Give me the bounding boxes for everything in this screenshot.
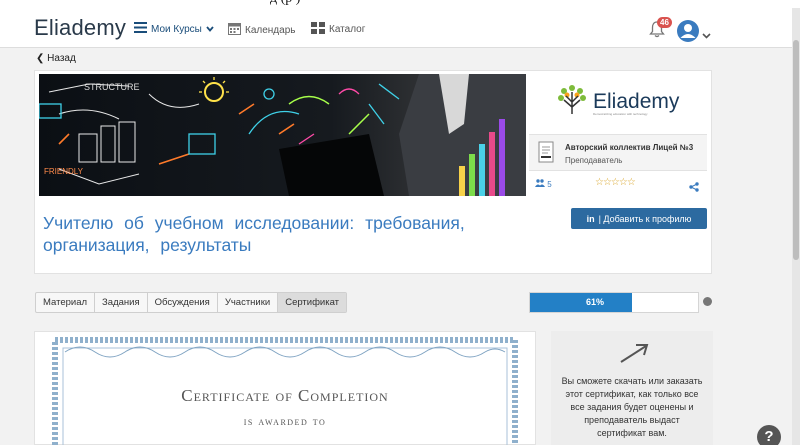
calendar-icon [228,22,241,38]
chevron-left-icon: ❮ [36,53,45,64]
certificate-title: Certificate of Completion [181,386,389,405]
grid-icon [311,22,325,37]
partial-caption-strip: д (р ) [0,0,800,8]
share-icon[interactable] [689,179,699,197]
menu-icon [134,22,147,36]
course-tabs: Материал Задания Обсуждения Участники Се… [35,292,347,313]
arrow-up-right-icon [618,341,650,370]
nav-catalog[interactable]: Каталог [311,22,365,37]
tab-discussions[interactable]: Обсуждения [148,293,218,312]
tree-logo-icon [555,82,589,121]
participants-count-label: 5 [547,180,552,189]
course-progress-bar: 61% [529,292,699,313]
back-link-label: Назад [47,53,76,64]
scrollbar-thumb[interactable] [793,40,799,260]
add-to-profile-label: | Добавить к профилю [598,213,692,224]
tab-material[interactable]: Материал [36,293,96,312]
top-navbar: Eliademy Мои Курсы Календарь Каталог 46 [0,8,792,48]
course-title: Учителю об учебном исследовании: требова… [43,213,465,255]
users-icon [535,179,547,189]
nav-my-courses[interactable]: Мои Курсы [134,22,214,36]
course-side-panel: Eliademy Democratizing education with te… [529,74,707,196]
document-icon [538,141,554,168]
chevron-down-icon [206,24,214,35]
rating-stars[interactable]: ☆☆☆☆☆ [595,177,636,188]
nav-my-courses-label: Мои Курсы [151,23,202,35]
tab-certificate[interactable]: Сертификат [278,293,346,312]
author-box[interactable]: Авторский коллектив Лицей №3 Преподавате… [529,134,707,170]
help-icon[interactable]: ? [757,425,781,445]
tab-assignments[interactable]: Задания [95,293,148,312]
add-to-profile-button[interactable]: in | Добавить к профилю [571,208,707,229]
participants-count: 5 [535,179,552,189]
linkedin-icon: in [586,213,595,224]
progress-label: 61% [585,297,604,307]
brand-tagline: Democratizing education with technology [593,112,648,116]
author-name: Авторский коллектив Лицей №3 [565,143,694,152]
tab-participants[interactable]: Участники [218,293,279,312]
svg-text:FRIENDLY: FRIENDLY [44,167,84,176]
notification-badge: 46 [657,17,672,28]
brand-box: Eliademy Democratizing education with te… [529,74,707,134]
chevron-down-icon[interactable] [702,26,711,44]
stats-box: 5 ☆☆☆☆☆ [529,170,707,196]
course-banner-image: STRUCTURE FRIENDLY [39,74,526,196]
nav-catalog-label: Каталог [329,24,366,35]
progress-end-dot [703,297,712,306]
svg-text:STRUCTURE: STRUCTURE [84,82,140,92]
certificate-info-text: Вы сможете скачать или заказать этот сер… [561,376,703,438]
author-role: Преподаватель [565,156,623,165]
app-logo[interactable]: Eliademy [34,15,126,41]
brand-name: Eliademy [593,90,680,113]
certificate-subtitle: is awarded to [243,414,327,428]
user-avatar-icon[interactable] [677,20,699,47]
nav-calendar-label: Календарь [245,24,296,36]
nav-calendar[interactable]: Календарь [228,22,295,38]
back-link[interactable]: ❮ Назад [36,53,76,64]
